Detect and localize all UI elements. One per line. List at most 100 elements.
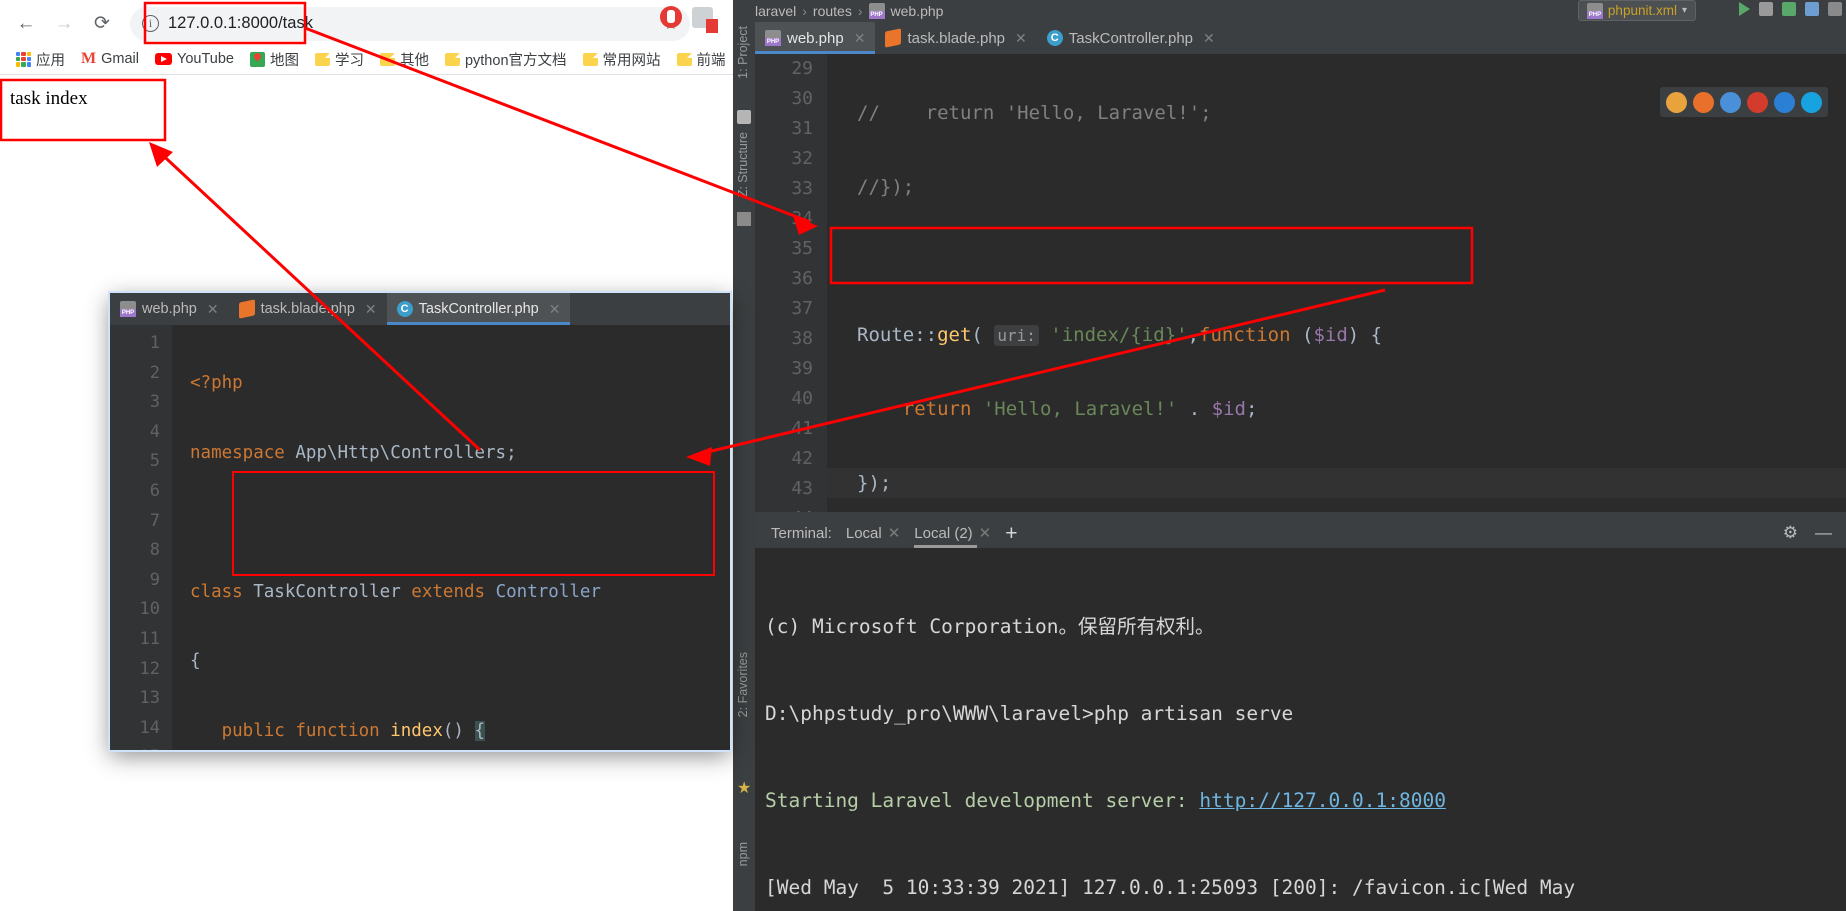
tab-label: task.blade.php xyxy=(907,29,1006,47)
bookmark-youtube[interactable]: YouTube xyxy=(149,49,240,69)
coverage-icon[interactable] xyxy=(1782,2,1796,16)
terminal-server-prefix: Starting Laravel development server: xyxy=(765,789,1200,812)
rail-npm[interactable]: npm xyxy=(736,842,750,866)
bookmark-maps[interactable]: 地图 xyxy=(244,47,305,72)
minimize-icon[interactable]: — xyxy=(1815,523,1832,543)
folder-icon xyxy=(582,52,598,66)
safari-icon[interactable] xyxy=(1720,91,1741,113)
line-number: 12 xyxy=(139,658,160,679)
star-icon[interactable]: ★ xyxy=(737,781,751,797)
code-editor-web-php[interactable]: 29 30 31 32 33 34 35 36 37 38 39 40 41 4… xyxy=(755,54,1846,512)
tab-task-blade-php[interactable]: task.blade.php ✕ xyxy=(875,22,1036,54)
php-file-icon xyxy=(120,301,136,317)
chrome-icon[interactable] xyxy=(1666,91,1687,113)
close-icon[interactable]: ✕ xyxy=(888,524,901,542)
rail-structure[interactable]: Z: Structure xyxy=(736,132,750,197)
bookmark-folder-pythondocs[interactable]: python官方文档 xyxy=(439,47,573,72)
run-icon[interactable] xyxy=(1739,2,1750,16)
folder-icon[interactable] xyxy=(737,110,751,124)
code-lines[interactable]: // return 'Hello, Laravel!'; //}); Route… xyxy=(827,54,1846,512)
terminal-tab-local-2[interactable]: Local (2) ✕ xyxy=(914,518,991,548)
explorer-icon[interactable] xyxy=(1774,91,1795,113)
profile-icon[interactable] xyxy=(1805,2,1819,16)
tab-web-php[interactable]: web.php ✕ xyxy=(755,22,876,54)
adblock-extension-icon[interactable] xyxy=(660,6,682,28)
bookmark-apps[interactable]: 应用 xyxy=(10,47,71,72)
terminal-output[interactable]: (c) Microsoft Corporation。保留所有权利。 D:\php… xyxy=(755,548,1846,911)
breadcrumb-separator: › xyxy=(802,3,807,19)
apps-grid-icon xyxy=(16,51,31,67)
rail-project[interactable]: 1: Project xyxy=(736,26,750,79)
line-number: 33 xyxy=(791,178,813,199)
bookmark-label: 学习 xyxy=(334,52,364,69)
floating-editor-window: web.php ✕ task.blade.php ✕ C TaskControl… xyxy=(110,293,730,750)
bookmark-label: 地图 xyxy=(269,52,299,69)
firefox-icon[interactable] xyxy=(1693,91,1714,113)
code-line: public function index() { xyxy=(221,720,486,741)
code-lines-left[interactable]: <?php namespace App\Http\Controllers; cl… xyxy=(172,329,730,750)
breadcrumb-laravel[interactable]: laravel xyxy=(755,3,796,19)
close-icon[interactable]: ✕ xyxy=(1203,30,1215,47)
add-terminal-icon[interactable]: + xyxy=(1005,523,1017,544)
bookmark-folder-other[interactable]: 其他 xyxy=(374,47,435,72)
ide-window: laravel › routes › web.php phpunit.xml ▾… xyxy=(733,0,1846,911)
tab-taskcontroller-php-left[interactable]: C TaskController.php ✕ xyxy=(386,293,571,325)
line-number: 6 xyxy=(149,480,160,501)
close-icon[interactable]: ✕ xyxy=(549,301,561,318)
code-line: class TaskController extends Controller xyxy=(190,581,601,602)
terminal-server-link[interactable]: http://127.0.0.1:8000 xyxy=(1199,789,1446,812)
tab-task-blade-php-left[interactable]: task.blade.php ✕ xyxy=(229,293,387,325)
line-number: 14 xyxy=(139,717,160,738)
bookmark-gmail[interactable]: M Gmail xyxy=(75,48,145,70)
close-icon[interactable]: ✕ xyxy=(1015,30,1027,47)
run-configuration-selector[interactable]: phpunit.xml ▾ xyxy=(1577,0,1696,21)
back-button[interactable]: ← xyxy=(10,8,42,40)
bug-icon[interactable] xyxy=(1759,2,1773,16)
bookmark-folder-common[interactable]: 常用网站 xyxy=(577,47,667,72)
gear-icon[interactable]: ⚙ xyxy=(1783,523,1798,543)
close-icon[interactable]: ✕ xyxy=(854,30,866,47)
code-editor-taskcontroller[interactable]: 1 2 3 4 5 6 7 8 9 10 11 12 13 14 15 <?ph… xyxy=(110,325,730,750)
bookmark-folder-study[interactable]: 学习 xyxy=(309,47,370,72)
address-bar[interactable]: i 127.0.0.1:8000/task ☆ xyxy=(130,6,690,41)
bookmark-folder-frontend[interactable]: 前端 xyxy=(671,47,732,72)
breadcrumb-routes[interactable]: routes xyxy=(813,3,852,19)
breadcrumb-webphp[interactable]: web.php xyxy=(891,3,944,19)
close-icon[interactable]: ✕ xyxy=(365,301,377,318)
line-number: 37 xyxy=(791,298,813,319)
line-number-gutter-left: 1 2 3 4 5 6 7 8 9 10 11 12 13 14 15 xyxy=(110,325,172,750)
reload-button[interactable]: ⟳ xyxy=(86,8,118,40)
url-text[interactable]: 127.0.0.1:8000/task xyxy=(168,14,655,33)
code-line: //}); xyxy=(857,176,915,198)
rail-favorites[interactable]: 2: Favorites xyxy=(736,652,750,717)
close-icon[interactable]: ✕ xyxy=(207,301,219,318)
grid-icon[interactable] xyxy=(737,212,751,226)
line-number: 44 xyxy=(755,504,827,512)
line-number: 32 xyxy=(791,148,813,169)
chevron-down-icon: ▾ xyxy=(1681,5,1687,16)
line-number: 5 xyxy=(149,451,160,472)
stop-icon[interactable] xyxy=(1828,2,1842,16)
forward-button[interactable]: → xyxy=(48,8,80,40)
code-line: }); xyxy=(827,468,1846,498)
php-file-icon xyxy=(765,30,781,46)
line-number: 39 xyxy=(791,358,813,379)
php-file-icon xyxy=(1586,2,1603,19)
extension-icon[interactable]: ! xyxy=(692,6,718,33)
tab-taskcontroller-php[interactable]: C TaskController.php ✕ xyxy=(1037,22,1225,54)
line-number: 8 xyxy=(149,540,160,561)
opera-icon[interactable] xyxy=(1747,91,1768,113)
tab-label: web.php xyxy=(787,29,844,47)
site-info-icon[interactable]: i xyxy=(142,15,159,32)
folder-icon xyxy=(676,52,692,66)
folder-icon xyxy=(444,52,460,66)
page-output-text: task index xyxy=(10,88,88,109)
terminal-tab-local[interactable]: Local ✕ xyxy=(846,518,900,548)
line-number: 43 xyxy=(791,478,813,499)
tab-web-php-left[interactable]: web.php ✕ xyxy=(110,293,229,325)
line-number: 4 xyxy=(149,421,160,442)
edge-icon[interactable] xyxy=(1801,91,1822,113)
tool-window-rail: 1: Project Z: Structure 2: Favorites ★ n… xyxy=(733,22,755,911)
close-icon[interactable]: ✕ xyxy=(979,524,992,542)
blade-file-icon xyxy=(885,28,902,48)
